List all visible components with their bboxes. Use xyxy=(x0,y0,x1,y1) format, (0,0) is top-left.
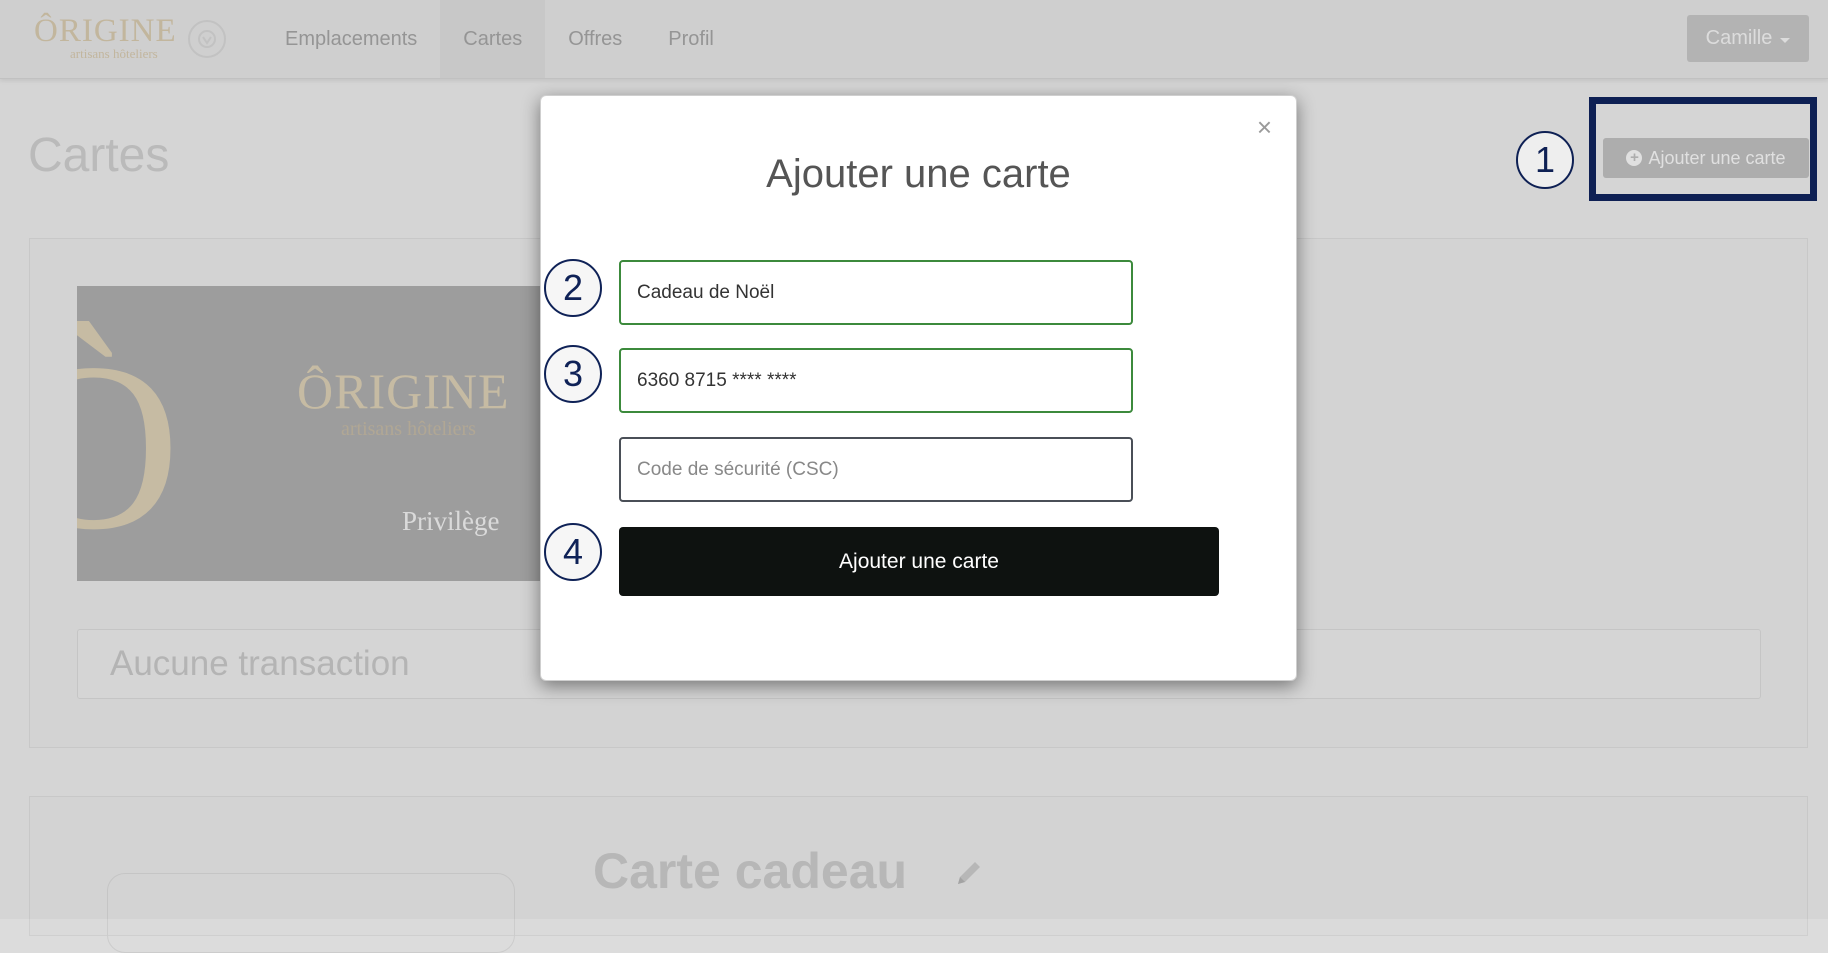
callout-2: 2 xyxy=(544,259,602,317)
csc-input[interactable] xyxy=(619,437,1133,502)
submit-add-card-button[interactable]: Ajouter une carte xyxy=(619,527,1219,596)
add-card-modal: × Ajouter une carte Ajouter une carte xyxy=(540,95,1297,681)
card-number-input[interactable] xyxy=(619,348,1133,413)
callout-4: 4 xyxy=(544,523,602,581)
modal-title: Ajouter une carte xyxy=(766,152,1071,196)
callout-3: 3 xyxy=(544,345,602,403)
close-icon[interactable]: × xyxy=(1257,114,1272,140)
card-name-input[interactable] xyxy=(619,260,1133,325)
